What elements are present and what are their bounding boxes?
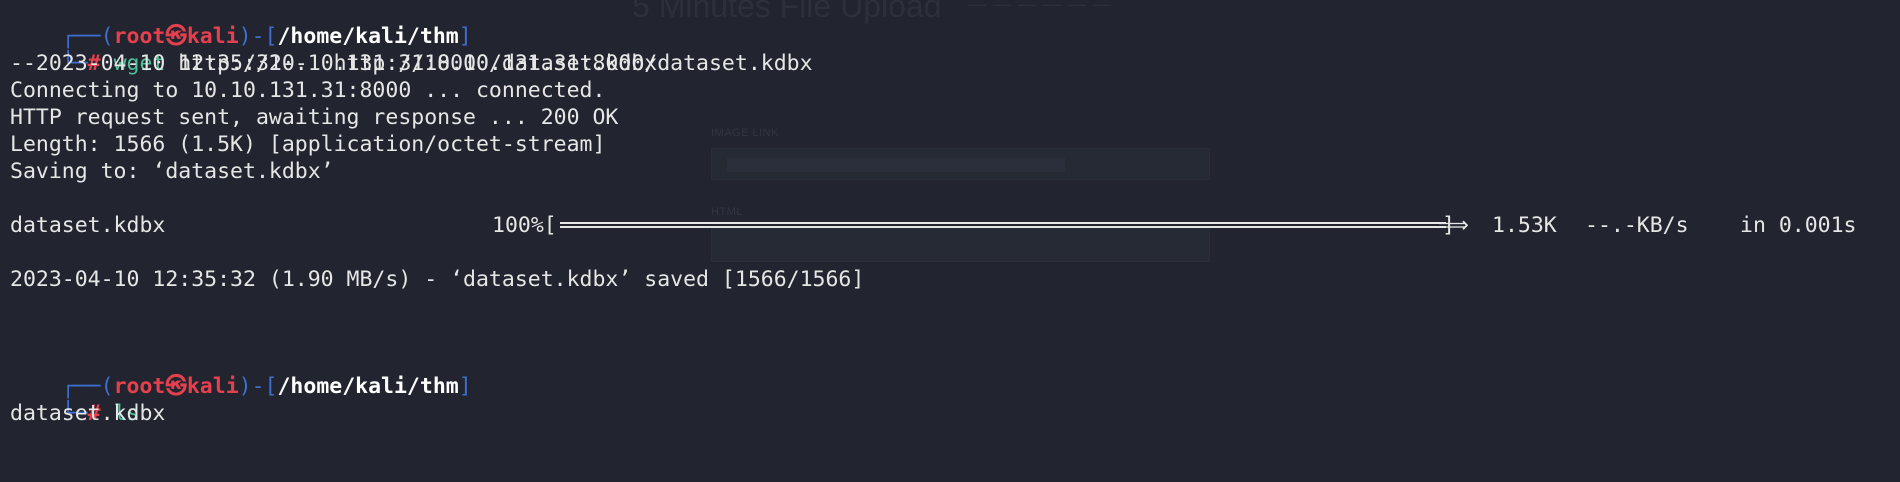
progress-rate: --.-KB/s <box>1585 213 1689 238</box>
output-line: Length: 1566 (1.5K) [application/octet-s… <box>10 132 606 157</box>
terminal-window[interactable]: ┌──(root㉿kali)-[/home/kali/thm] └─# wget… <box>0 0 1900 431</box>
output-line: Connecting to 10.10.131.31:8000 ... conn… <box>10 78 606 103</box>
saved-line: 2023-04-10 12:35:32 (1.90 MB/s) - ‘datas… <box>10 267 865 292</box>
progress-row: dataset.kdbx 100%[ ⟹ ] 1.53K --.-KB/s in… <box>10 212 1890 239</box>
ls-output: dataset.kdbx <box>10 401 166 426</box>
prompt-header: ┌──(root㉿kali)-[/home/kali/thm] <box>61 374 472 399</box>
progress-size: 1.53K <box>1492 213 1557 238</box>
progress-time: in 0.001s <box>1740 213 1857 238</box>
prompt-path: /home/kali/thm <box>277 374 459 399</box>
skull-icon: ㉿ <box>165 374 187 399</box>
progress-bar <box>560 222 1446 228</box>
output-line: Saving to: ‘dataset.kdbx’ <box>10 159 334 184</box>
progress-end: ] <box>1442 213 1455 238</box>
prompt-command-line: └─# wget http://10.10.131.31:8000/datase… <box>61 51 658 76</box>
prompt-command-line: └─# ls <box>61 401 140 426</box>
output-line: --2023-04-10 12:35:32-- http://10.10.131… <box>10 51 813 76</box>
output-line: HTTP request sent, awaiting response ...… <box>10 105 619 130</box>
prompt-host: kali <box>186 374 239 399</box>
prompt-header: ┌──(root㉿kali)-[/home/kali/thm] <box>61 24 472 49</box>
progress-filename: dataset.kdbx <box>10 213 166 238</box>
progress-percent: 100%[ <box>492 213 557 238</box>
